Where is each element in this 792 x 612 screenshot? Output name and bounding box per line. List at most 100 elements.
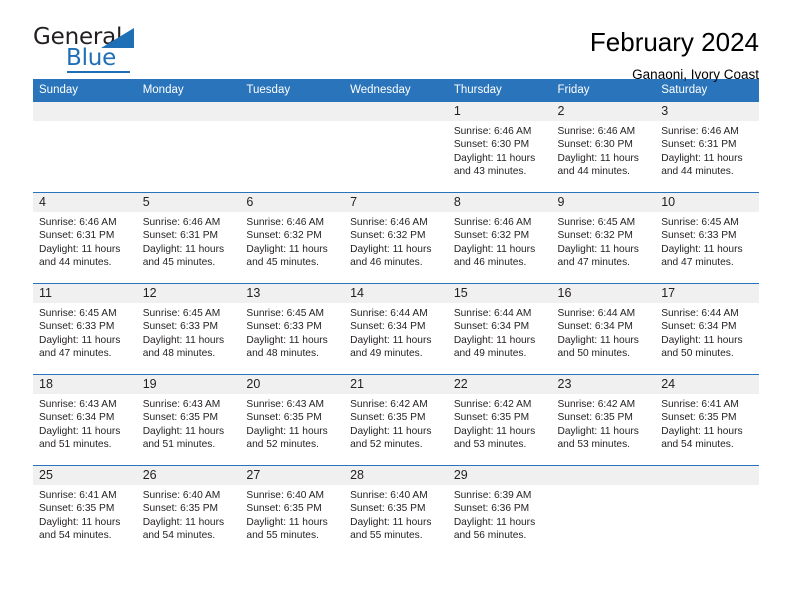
calendar-day-cell[interactable]: 14 Sunrise: 6:44 AM Sunset: 6:34 PM Dayligh… — [344, 283, 448, 375]
sun-info-line: Sunset: 6:32 PM — [453, 230, 530, 242]
sun-info: Sunrise: 6:43 AM Sunset: 6:34 PM Daylight:… — [33, 394, 137, 452]
page-title: February 2024 — [589, 27, 759, 57]
sun-info-line: Sunrise: 6:43 AM — [39, 399, 117, 410]
calendar-day-cell[interactable]: 22 Sunrise: 6:42 AM Sunset: 6:35 PM Dayligh… — [447, 374, 552, 466]
sun-info-line: Daylight: 11 hours — [661, 243, 743, 255]
sun-info-line: Daylight: 11 hours — [142, 516, 225, 528]
sun-info-line: Sunset: 6:33 PM — [246, 321, 322, 333]
calendar-day-cell[interactable]: 27 Sunrise: 6:40 AM Sunset: 6:35 PM Dayligh… — [240, 465, 345, 556]
sun-info: Sunrise: 6:45 AM Sunset: 6:32 PM Daylight:… — [552, 212, 656, 270]
sun-info-line: Daylight: 11 hours — [246, 516, 328, 528]
sun-info-line: Sunrise: 6:46 AM — [557, 126, 636, 137]
calendar-day-cell[interactable]: 28 Sunrise: 6:40 AM Sunset: 6:35 PM Dayligh… — [344, 465, 448, 556]
calendar-day-cell[interactable]: 19 Sunrise: 6:43 AM Sunset: 6:35 PM Dayligh… — [136, 374, 241, 466]
sun-info: Sunrise: 6:42 AM Sunset: 6:35 PM Daylight:… — [344, 394, 448, 452]
calendar-day-cell[interactable]: 16 Sunrise: 6:44 AM Sunset: 6:34 PM Dayligh… — [551, 283, 656, 375]
calendar-day-cell[interactable]: 24 Sunrise: 6:41 AM Sunset: 6:35 PM Dayligh… — [655, 374, 759, 466]
sun-info: Sunrise: 6:45 AM Sunset: 6:33 PM Daylight:… — [240, 303, 344, 361]
calendar-day-cell[interactable]: 17 Sunrise: 6:44 AM Sunset: 6:34 PM Dayligh… — [655, 283, 759, 375]
sun-info-line: Daylight: 11 hours — [142, 334, 225, 346]
weekday-header-thursday: Thursday — [447, 79, 552, 102]
day-number: 10 — [655, 193, 759, 212]
sun-info-line: Sunrise: 6:46 AM — [246, 217, 324, 228]
day-number: 23 — [551, 375, 656, 394]
sun-info: Sunrise: 6:39 AM Sunset: 6:36 PM Daylight:… — [448, 485, 552, 543]
sun-info-line: Sunset: 6:35 PM — [350, 412, 426, 424]
calendar-day-cell[interactable]: 23 Sunrise: 6:42 AM Sunset: 6:35 PM Dayligh… — [551, 374, 656, 466]
calendar-day-cell[interactable]: 26 Sunrise: 6:40 AM Sunset: 6:35 PM Dayligh… — [136, 465, 241, 556]
sun-info: Sunrise: 6:41 AM Sunset: 6:35 PM Daylight:… — [655, 394, 759, 452]
calendar-table: Sunday Monday Tuesday Wednesday Thursday… — [33, 79, 759, 556]
calendar-day-cell[interactable]: 12 Sunrise: 6:45 AM Sunset: 6:33 PM Dayligh… — [136, 283, 241, 375]
sun-info-line: Sunset: 6:31 PM — [142, 230, 219, 242]
calendar-day-cell[interactable]: 25 Sunrise: 6:41 AM Sunset: 6:35 PM Dayligh… — [33, 465, 137, 556]
sun-info-line: Sunrise: 6:46 AM — [142, 217, 221, 228]
calendar-day-cell[interactable]: 10 Sunrise: 6:45 AM Sunset: 6:33 PM Dayligh… — [655, 192, 759, 284]
sun-info: Sunrise: 6:40 AM Sunset: 6:35 PM Daylight:… — [344, 485, 448, 543]
calendar-day-cell[interactable]: 29 Sunrise: 6:39 AM Sunset: 6:36 PM Dayligh… — [447, 465, 552, 556]
sun-info: Sunrise: 6:45 AM Sunset: 6:33 PM Daylight:… — [655, 212, 759, 270]
sun-info-line: Sunset: 6:33 PM — [39, 321, 115, 333]
calendar-empty-cell — [33, 101, 137, 193]
sun-info: Sunrise: 6:46 AM Sunset: 6:32 PM Daylight:… — [448, 212, 552, 270]
sun-info-line: Sunrise: 6:42 AM — [453, 399, 532, 410]
calendar-day-cell[interactable]: 8 Sunrise: 6:46 AM Sunset: 6:32 PM Daylight… — [447, 192, 552, 284]
calendar-day-cell[interactable]: 2 Sunrise: 6:46 AM Sunset: 6:30 PM Daylight… — [551, 101, 656, 193]
day-number: 9 — [551, 193, 656, 212]
sun-info-line: Sunset: 6:34 PM — [557, 321, 633, 333]
sun-info-line: Sunrise: 6:39 AM — [453, 490, 532, 501]
day-number: 5 — [136, 193, 241, 212]
calendar-day-cell[interactable]: 1 Sunrise: 6:46 AM Sunset: 6:30 PM Daylight… — [447, 101, 552, 193]
day-number: 14 — [344, 284, 448, 303]
sun-info-line: Sunrise: 6:45 AM — [557, 217, 636, 228]
sun-info-line: Sunset: 6:35 PM — [661, 412, 737, 424]
sun-info-line: Daylight: 11 hours — [453, 243, 536, 255]
sun-info: Sunrise: 6:46 AM Sunset: 6:31 PM Daylight:… — [137, 212, 241, 270]
day-number — [344, 102, 448, 121]
calendar-page: General Blue February 2024 Ganaoni, Ivor… — [0, 0, 792, 612]
calendar-day-cell[interactable]: 21 Sunrise: 6:42 AM Sunset: 6:35 PM Dayligh… — [344, 374, 448, 466]
sun-info: Sunrise: 6:40 AM Sunset: 6:35 PM Daylight:… — [137, 485, 241, 543]
sun-info-line: Sunrise: 6:45 AM — [142, 308, 221, 319]
logo-word-blue: Blue — [66, 45, 117, 71]
sun-info-line: Daylight: 11 hours — [39, 243, 121, 255]
calendar-day-cell[interactable]: 20 Sunrise: 6:43 AM Sunset: 6:35 PM Dayligh… — [240, 374, 345, 466]
calendar-week-row: 11 Sunrise: 6:45 AM Sunset: 6:33 PM Dayligh… — [33, 283, 759, 375]
calendar-day-cell[interactable]: 15 Sunrise: 6:44 AM Sunset: 6:34 PM Dayligh… — [447, 283, 552, 375]
general-blue-logo[interactable]: General Blue — [33, 26, 163, 74]
calendar-day-cell[interactable]: 18 Sunrise: 6:43 AM Sunset: 6:34 PM Dayligh… — [33, 374, 137, 466]
calendar-day-cell[interactable]: 4 Sunrise: 6:46 AM Sunset: 6:31 PM Daylight… — [33, 192, 137, 284]
sun-info-line: Sunset: 6:32 PM — [246, 230, 322, 242]
calendar-day-cell[interactable]: 13 Sunrise: 6:45 AM Sunset: 6:33 PM Dayligh… — [240, 283, 345, 375]
calendar-day-cell[interactable]: 6 Sunrise: 6:46 AM Sunset: 6:32 PM Daylight… — [240, 192, 345, 284]
sun-info-line: Sunset: 6:35 PM — [350, 503, 426, 515]
calendar-week-row: 18 Sunrise: 6:43 AM Sunset: 6:34 PM Dayligh… — [33, 374, 759, 466]
calendar-day-cell[interactable]: 11 Sunrise: 6:45 AM Sunset: 6:33 PM Dayligh… — [33, 283, 137, 375]
day-number: 1 — [447, 102, 552, 121]
weekday-header-monday: Monday — [136, 79, 241, 102]
calendar-day-cell[interactable]: 5 Sunrise: 6:46 AM Sunset: 6:31 PM Daylight… — [136, 192, 241, 284]
sun-info-line: Daylight: 11 hours — [39, 334, 121, 346]
sun-info-line: Sunrise: 6:40 AM — [142, 490, 221, 501]
calendar-day-cell[interactable]: 3 Sunrise: 6:46 AM Sunset: 6:31 PM Daylight… — [655, 101, 759, 193]
weekday-header-sunday: Sunday — [33, 79, 137, 102]
sun-info-line: Sunrise: 6:46 AM — [39, 217, 117, 228]
calendar-day-cell[interactable]: 9 Sunrise: 6:45 AM Sunset: 6:32 PM Daylight… — [551, 192, 656, 284]
sun-info-line: Sunrise: 6:43 AM — [142, 399, 221, 410]
calendar-body: 1 Sunrise: 6:46 AM Sunset: 6:30 PM Daylight… — [33, 101, 759, 556]
sun-info-line: and 56 minutes. — [453, 530, 527, 542]
sun-info: Sunrise: 6:46 AM Sunset: 6:32 PM Daylight:… — [344, 212, 448, 270]
sun-info-line: Sunset: 6:32 PM — [557, 230, 633, 242]
sun-info: Sunrise: 6:40 AM Sunset: 6:35 PM Daylight:… — [240, 485, 344, 543]
sun-info-line: Daylight: 11 hours — [661, 425, 743, 437]
day-number: 3 — [655, 102, 759, 121]
sun-info-line: Daylight: 11 hours — [557, 152, 639, 164]
sun-info-line: Daylight: 11 hours — [142, 425, 225, 437]
sun-info-line: and 53 minutes. — [557, 439, 631, 451]
day-number: 15 — [447, 284, 552, 303]
sun-info-line: Sunset: 6:30 PM — [557, 139, 633, 151]
calendar-day-cell[interactable]: 7 Sunrise: 6:46 AM Sunset: 6:32 PM Daylight… — [344, 192, 448, 284]
sun-info-line: Sunset: 6:32 PM — [350, 230, 426, 242]
sun-info: Sunrise: 6:42 AM Sunset: 6:35 PM Daylight:… — [552, 394, 656, 452]
sun-info-line: and 46 minutes. — [453, 257, 527, 269]
